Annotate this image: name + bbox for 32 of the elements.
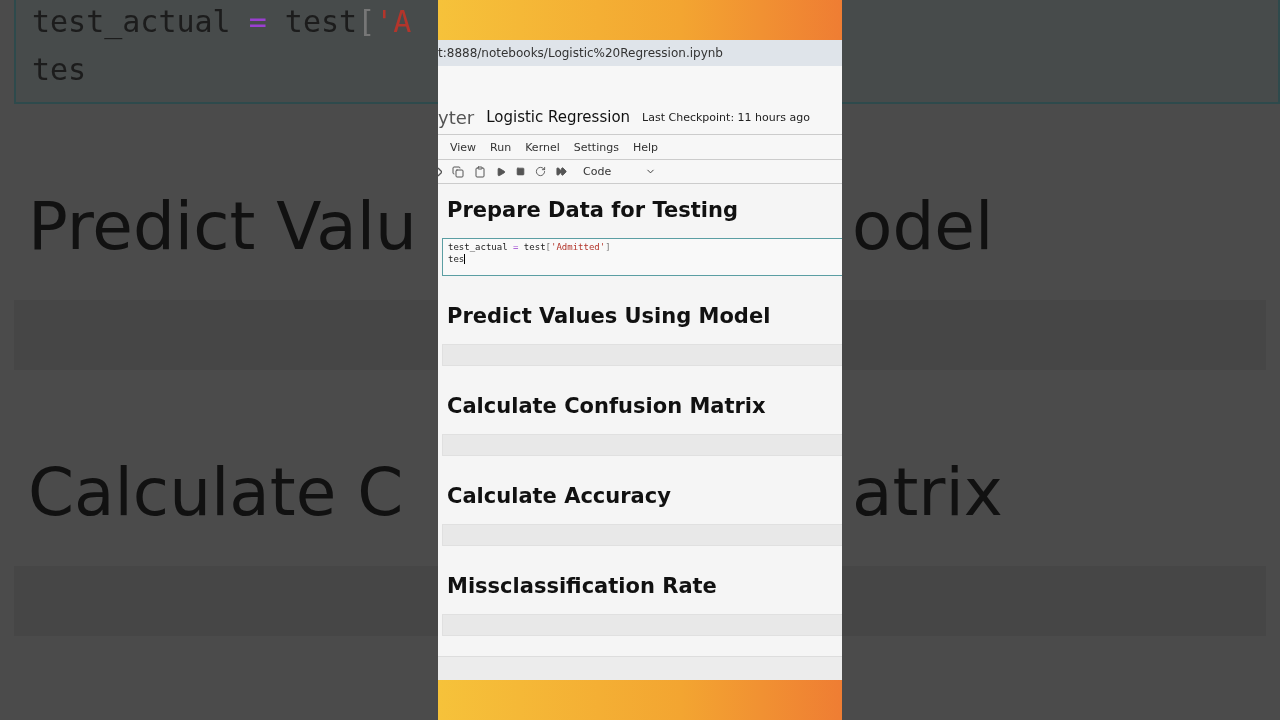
section-heading: Calculate Confusion Matrix xyxy=(446,393,767,420)
logo-text: yter xyxy=(438,106,475,128)
menu-item[interactable]: Run xyxy=(490,140,512,154)
cell-type-dropdown[interactable]: Code xyxy=(583,165,657,178)
stop-icon[interactable] xyxy=(516,167,525,176)
section-heading: Calculate C xyxy=(28,453,405,533)
section-heading: Missclassification Rate xyxy=(446,573,718,600)
section-heading: atrix xyxy=(852,453,1004,533)
section-heading: odel xyxy=(852,187,995,267)
empty-code-cell[interactable] xyxy=(442,614,842,636)
empty-code-cell[interactable] xyxy=(442,434,842,456)
copy-icon[interactable] xyxy=(452,165,464,178)
menu-item[interactable]: Settings xyxy=(573,140,619,154)
code-line: tes xyxy=(448,254,467,264)
section-heading: Predict Valu xyxy=(28,187,418,267)
notebook-title[interactable]: Logistic Regression xyxy=(486,108,631,126)
paste-icon[interactable] xyxy=(474,165,486,178)
code-cell[interactable]: test_actual = test['Admitted'] tes xyxy=(442,238,842,276)
checkpoint-text: Last Checkpoint: 11 hours ago xyxy=(642,110,810,124)
address-bar[interactable]: t:8888/notebooks/Logistic%20Regression.ipynb xyxy=(438,40,842,66)
menu-item[interactable]: View xyxy=(450,140,477,154)
restart-icon[interactable] xyxy=(535,166,546,177)
section-heading: Calculate Accuracy xyxy=(446,483,672,510)
play-icon[interactable] xyxy=(496,166,506,177)
code-line: test_actual = test['Admitted'] xyxy=(448,242,612,252)
fast-forward-icon[interactable] xyxy=(556,166,567,177)
empty-code-cell[interactable] xyxy=(442,524,842,546)
menu-item[interactable]: Kernel xyxy=(525,140,560,154)
section-heading: Predict Values Using Model xyxy=(446,303,772,330)
section-heading: Prepare Data for Testing xyxy=(446,197,739,224)
menu-item[interactable]: Help xyxy=(632,140,658,154)
empty-code-cell[interactable] xyxy=(442,344,842,366)
